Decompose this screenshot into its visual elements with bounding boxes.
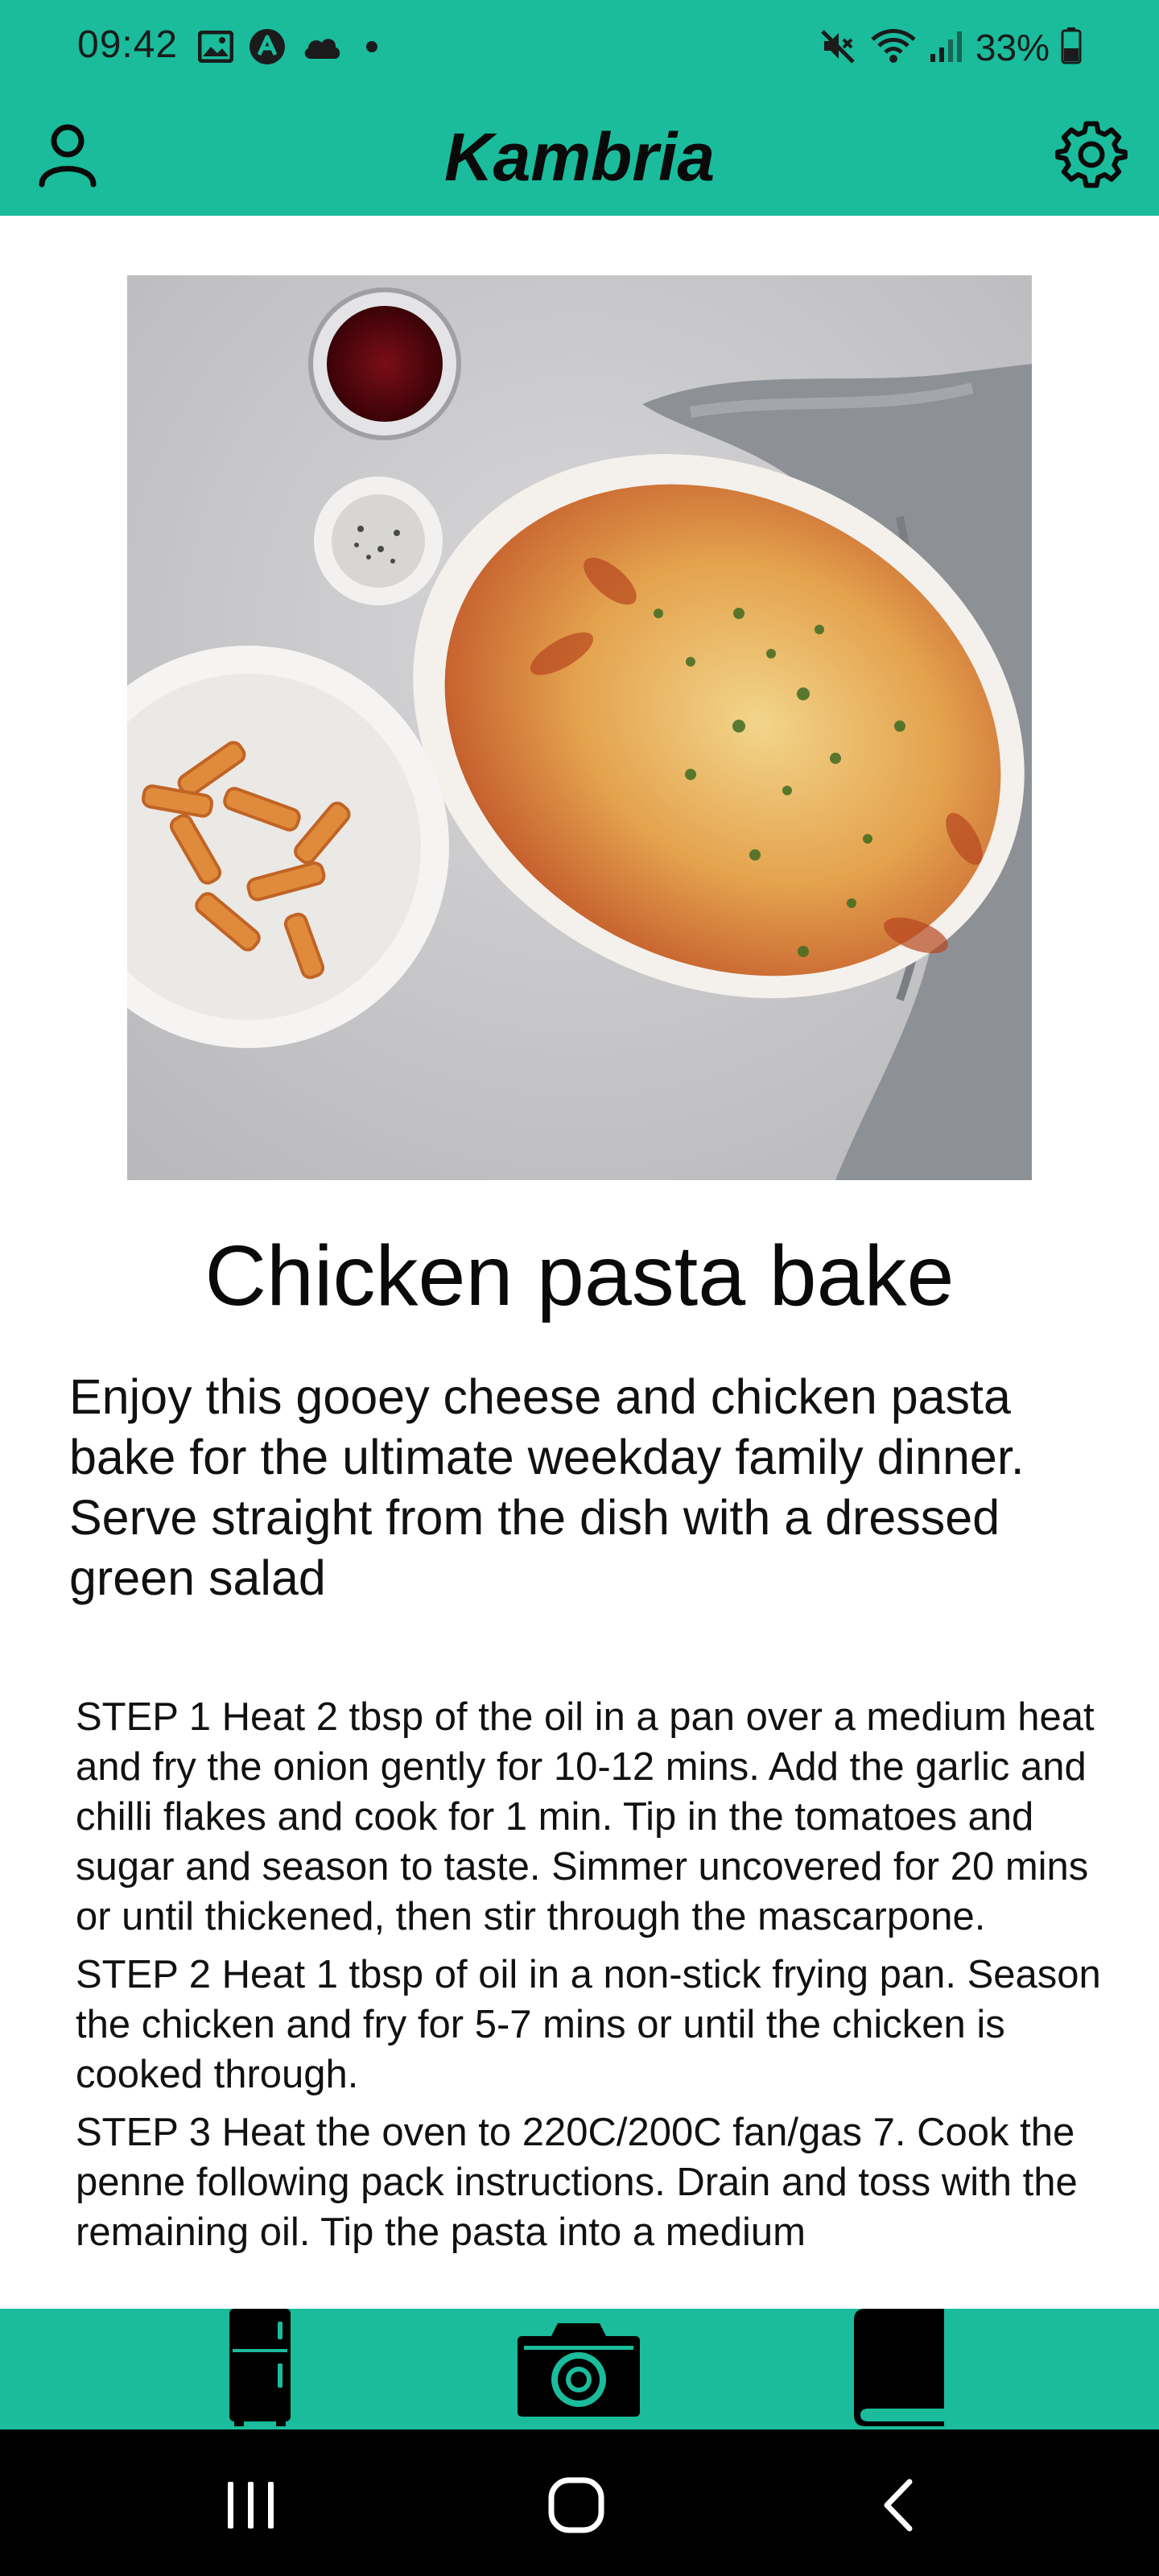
nav-recipe-book-button[interactable] xyxy=(823,2308,975,2430)
recipe-step: STEP 1 Heat 2 tbsp of the oil in a pan o… xyxy=(76,1695,1095,1938)
app-a-icon xyxy=(248,27,287,70)
battery-percentage: 33% xyxy=(975,27,1050,68)
settings-button[interactable] xyxy=(1050,114,1133,198)
recents-icon xyxy=(223,2480,279,2534)
app-header: Kambria xyxy=(0,97,1159,216)
book-icon xyxy=(854,2308,944,2430)
app-title: Kambria xyxy=(443,119,716,195)
recipe-title: Chicken pasta bake xyxy=(204,1228,955,1323)
recipe-description: Enjoy this gooey cheese and chicken past… xyxy=(69,1369,1025,1605)
recipe-photo xyxy=(127,275,1032,1180)
fridge-icon xyxy=(228,2308,292,2430)
mute-icon xyxy=(818,27,858,69)
gallery-icon xyxy=(197,30,234,67)
recents-button[interactable] xyxy=(203,2475,299,2539)
status-time: 09:42 xyxy=(77,23,179,66)
back-icon xyxy=(881,2479,916,2536)
status-bar: 09:42 33% xyxy=(0,0,1159,97)
cloud-icon xyxy=(301,33,341,64)
nav-camera-button[interactable] xyxy=(502,2309,655,2429)
wifi-icon xyxy=(869,27,918,69)
recipe-step: STEP 2 Heat 1 tbsp of oil in a non-stick… xyxy=(76,1953,1101,2096)
battery-icon xyxy=(1061,27,1082,68)
recipe-steps[interactable]: STEP 1 Heat 2 tbsp of the oil in a pan o… xyxy=(76,1692,1114,2306)
dot-icon xyxy=(356,39,388,59)
top-bar: 09:42 33% Kambria xyxy=(0,0,1159,216)
signal-icon xyxy=(929,28,964,68)
status-system-icons: 33% xyxy=(818,24,1082,71)
settings-gear-icon xyxy=(1054,118,1128,196)
system-nav-bar xyxy=(0,2429,1159,2576)
home-button[interactable] xyxy=(528,2475,625,2539)
camera-icon xyxy=(518,2317,640,2422)
back-button[interactable] xyxy=(850,2475,947,2539)
home-icon xyxy=(547,2476,605,2538)
bottom-nav xyxy=(0,2308,1159,2430)
status-notification-icons xyxy=(197,27,388,70)
nav-fridge-button[interactable] xyxy=(184,2308,336,2430)
recipe-image xyxy=(127,275,1032,1180)
recipe-step: STEP 3 Heat the oven to 220C/200C fan/ga… xyxy=(76,2111,1078,2254)
